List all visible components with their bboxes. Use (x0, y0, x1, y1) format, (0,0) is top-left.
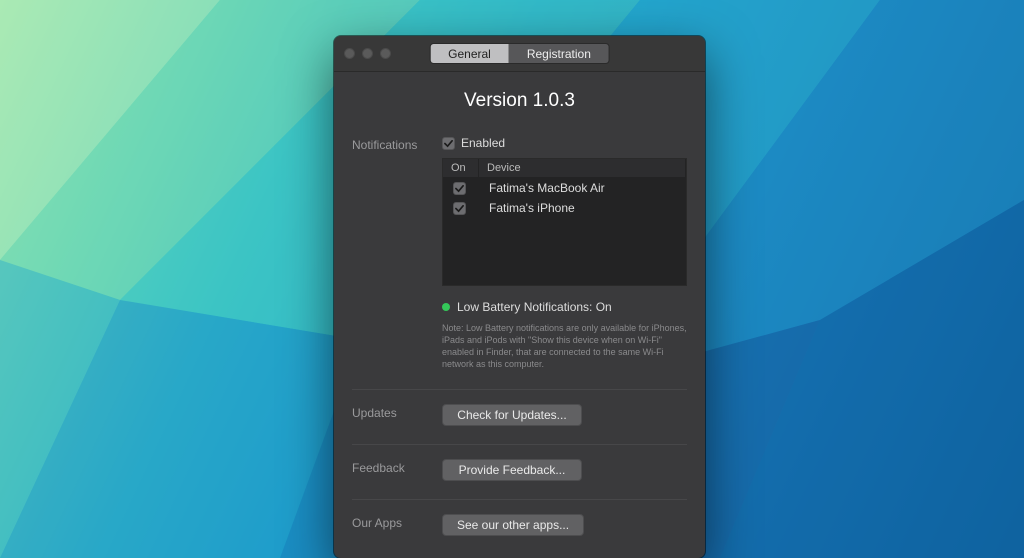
tab-registration[interactable]: Registration (509, 44, 609, 63)
notifications-note: Note: Low Battery notifications are only… (442, 322, 687, 371)
row-device-name: Fatima's MacBook Air (487, 181, 678, 195)
enabled-checkbox[interactable]: Enabled (442, 136, 687, 150)
titlebar: General Registration (334, 36, 705, 72)
status-dot-icon (442, 303, 450, 311)
feedback-label: Feedback (352, 459, 428, 481)
content: Notifications Enabled On Device (334, 128, 705, 558)
col-device[interactable]: Device (479, 159, 686, 177)
row-checkbox-icon[interactable] (453, 202, 466, 215)
see-other-apps-button[interactable]: See our other apps... (442, 514, 584, 536)
ourapps-label: Our Apps (352, 514, 428, 536)
window-controls (344, 48, 391, 59)
devices-table: On Device Fatima's MacBook Air (442, 158, 687, 286)
table-row[interactable]: Fatima's MacBook Air (443, 178, 686, 198)
notifications-label: Notifications (352, 136, 428, 371)
section-ourapps: Our Apps See our other apps... (352, 499, 687, 544)
section-notifications: Notifications Enabled On Device (352, 128, 687, 379)
zoom-icon[interactable] (380, 48, 391, 59)
table-row[interactable]: Fatima's iPhone (443, 198, 686, 218)
table-header: On Device (443, 159, 686, 178)
tab-general[interactable]: General (430, 44, 509, 63)
check-updates-button[interactable]: Check for Updates... (442, 404, 582, 426)
tab-bar: General Registration (429, 43, 610, 64)
row-checkbox-icon[interactable] (453, 182, 466, 195)
checkbox-icon (442, 137, 455, 150)
close-icon[interactable] (344, 48, 355, 59)
section-updates: Updates Check for Updates... (352, 389, 687, 434)
row-device-name: Fatima's iPhone (487, 201, 678, 215)
updates-label: Updates (352, 404, 428, 426)
section-feedback: Feedback Provide Feedback... (352, 444, 687, 489)
col-on[interactable]: On (443, 159, 479, 177)
status-text: Low Battery Notifications: On (457, 300, 612, 314)
minimize-icon[interactable] (362, 48, 373, 59)
enabled-label: Enabled (461, 136, 505, 150)
provide-feedback-button[interactable]: Provide Feedback... (442, 459, 582, 481)
preferences-window: General Registration Version 1.0.3 Notif… (334, 36, 705, 558)
version-title: Version 1.0.3 (334, 72, 705, 128)
low-battery-status: Low Battery Notifications: On (442, 300, 687, 314)
